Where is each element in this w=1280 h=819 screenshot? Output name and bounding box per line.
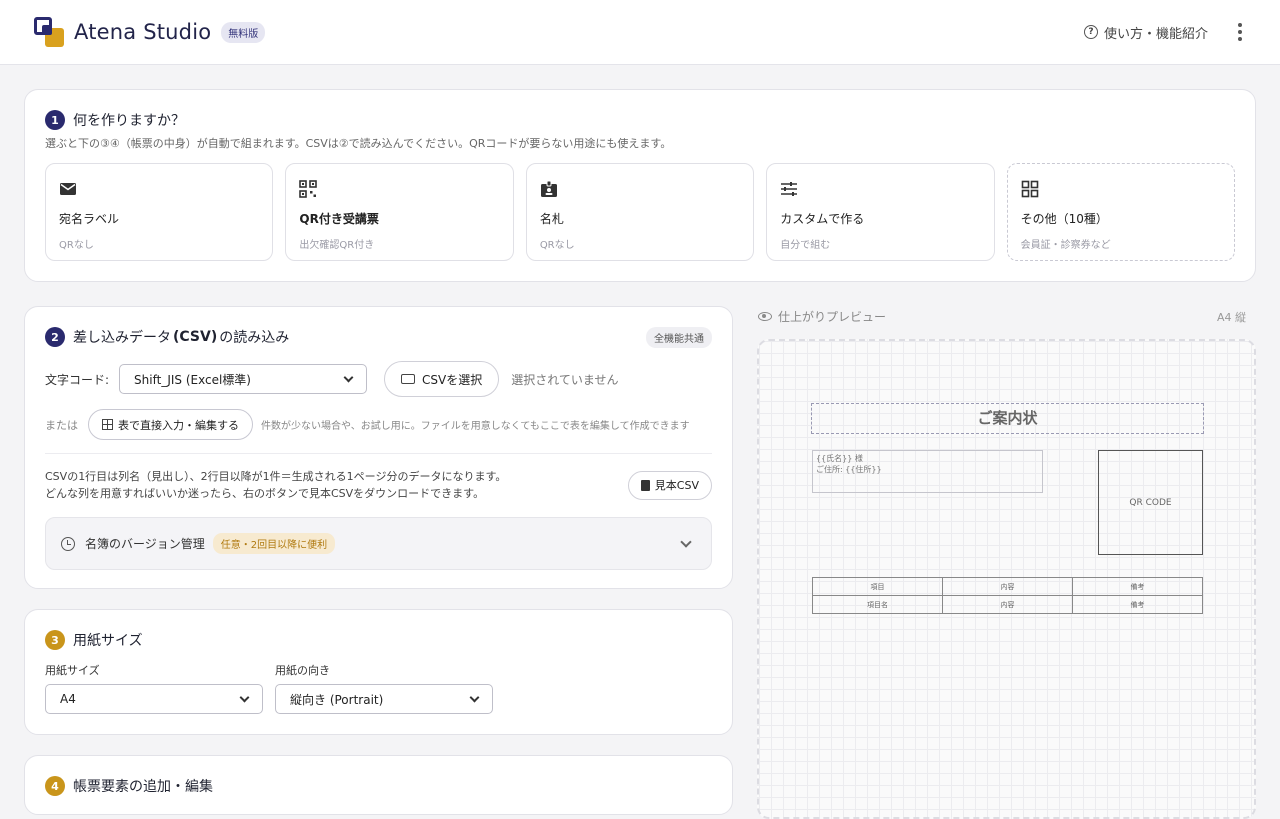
csv-explanation: CSVの1行目は列名（見出し）、2行目以降が1件＝生成される1ページ分のデータに… [45,470,507,500]
help-label: 使い方・機能紹介 [1103,26,1208,42]
chevron-down-icon [239,692,250,703]
grid-icon [1021,180,1038,198]
table-row: 項目名 内容 備考 [812,595,1203,614]
preview-header: 仕上がりプレビュー A4 縦 [758,308,1246,325]
option-custom[interactable]: カスタムで作る 自分で組む [766,163,995,261]
choose-csv-button[interactable]: CSVを選択 [384,361,500,397]
free-badge: 無料版 [221,21,266,43]
step3-number: 3 [45,630,65,650]
orientation-label: 用紙の向き [275,664,330,677]
preview-qr-block[interactable]: QR CODE [1098,450,1203,555]
step4-number: 4 [45,776,65,796]
help-icon: ? [1083,25,1098,39]
step1-subtitle: 選ぶと下の③④（帳票の中身）が自動で組まれます。CSVは②で読み込んでください。… [45,137,672,150]
version-control-accordion[interactable]: 名簿のバージョン管理 任意・2回目以降に便利 [45,517,712,570]
chevron-down-icon [680,535,692,548]
preview-size: A4 縦 [1216,310,1246,324]
file-status: 選択されていません [511,372,619,387]
qr-icon [299,180,318,198]
preview-canvas[interactable]: ご案内状 {{氏名}} 様 ご住所: {{住所}} QR CODE 項目 内容 … [757,339,1256,819]
app-logo [34,17,64,47]
step3-card: 3 用紙サイズ 用紙サイズ A4 用紙の向き 縦向き (Portrait) [24,609,733,735]
template-options: 宛名ラベル QRなし QR付き受講票 出欠確認QR付き 名札 QRなし カスタム… [45,163,1236,261]
paper-size-select[interactable]: A4 [45,684,263,714]
step2-card: 2 差し込みデータ (CSV) の読み込み 全機能共通 文字コード: Shift… [24,306,733,589]
encoding-select[interactable]: Shift_JIS (Excel標準) [119,364,368,394]
document-icon [640,479,650,491]
preview-label: 仕上がりプレビュー [778,310,887,324]
chevron-down-icon [343,372,354,383]
app-title: Atena Studio [74,20,212,44]
help-link[interactable]: ? 使い方・機能紹介 [1083,23,1208,42]
step1-card: 1 何を作りますか？ 選ぶと下の③④（帳票の中身）が自動で組まれます。CSVは②… [24,89,1256,282]
more-menu-icon[interactable] [1234,19,1246,45]
option-address-label[interactable]: 宛名ラベル QRなし [45,163,274,261]
direct-edit-button[interactable]: 表で直接入力・編集する [88,409,253,440]
option-name-tag[interactable]: 名札 QRなし [525,163,755,261]
common-tag: 全機能共通 [646,327,712,348]
sliders-icon [781,182,798,196]
mail-icon [60,183,76,195]
sample-csv-button[interactable]: 見本CSV [627,470,712,500]
preview-address-block[interactable]: {{氏名}} 様 ご住所: {{住所}} [812,450,1043,493]
step4-title: 4 帳票要素の追加・編集 [45,776,712,796]
table-row: 項目 内容 備考 [812,577,1203,596]
preview-doc-title[interactable]: ご案内状 [811,403,1204,434]
option-qr-ticket[interactable]: QR付き受講票 出欠確認QR付き [285,163,514,261]
app-header: Atena Studio 無料版 ? 使い方・機能紹介 [0,0,1280,65]
step4-card: 4 帳票要素の追加・編集 [24,755,733,815]
chevron-down-icon [469,692,480,703]
step1-title: 1 何を作りますか？ [45,110,1235,130]
step3-title: 3 用紙サイズ [45,630,712,650]
eye-icon [758,312,772,321]
folder-icon [401,374,416,384]
step2-number: 2 [45,327,65,347]
paper-size-label: 用紙サイズ [45,664,100,677]
orientation-select[interactable]: 縦向き (Portrait) [275,684,493,714]
encoding-label: 文字コード: [45,372,110,387]
or-label: または [45,418,78,432]
optional-tag: 任意・2回目以降に便利 [212,533,336,554]
step2-title: 2 差し込みデータ (CSV) の読み込み [45,327,712,347]
option-other[interactable]: その他（10種） 会員証・診察券など [1006,163,1236,261]
direct-edit-hint: 件数が少ない場合や、お試し用に。ファイルを用意しなくてもここで表を編集して作成で… [261,421,690,432]
badge-icon [540,180,557,197]
table-icon [102,419,113,430]
history-icon [61,536,75,551]
step1-number: 1 [45,110,65,130]
preview-table[interactable]: 項目 内容 備考 項目名 内容 備考 [812,577,1203,614]
